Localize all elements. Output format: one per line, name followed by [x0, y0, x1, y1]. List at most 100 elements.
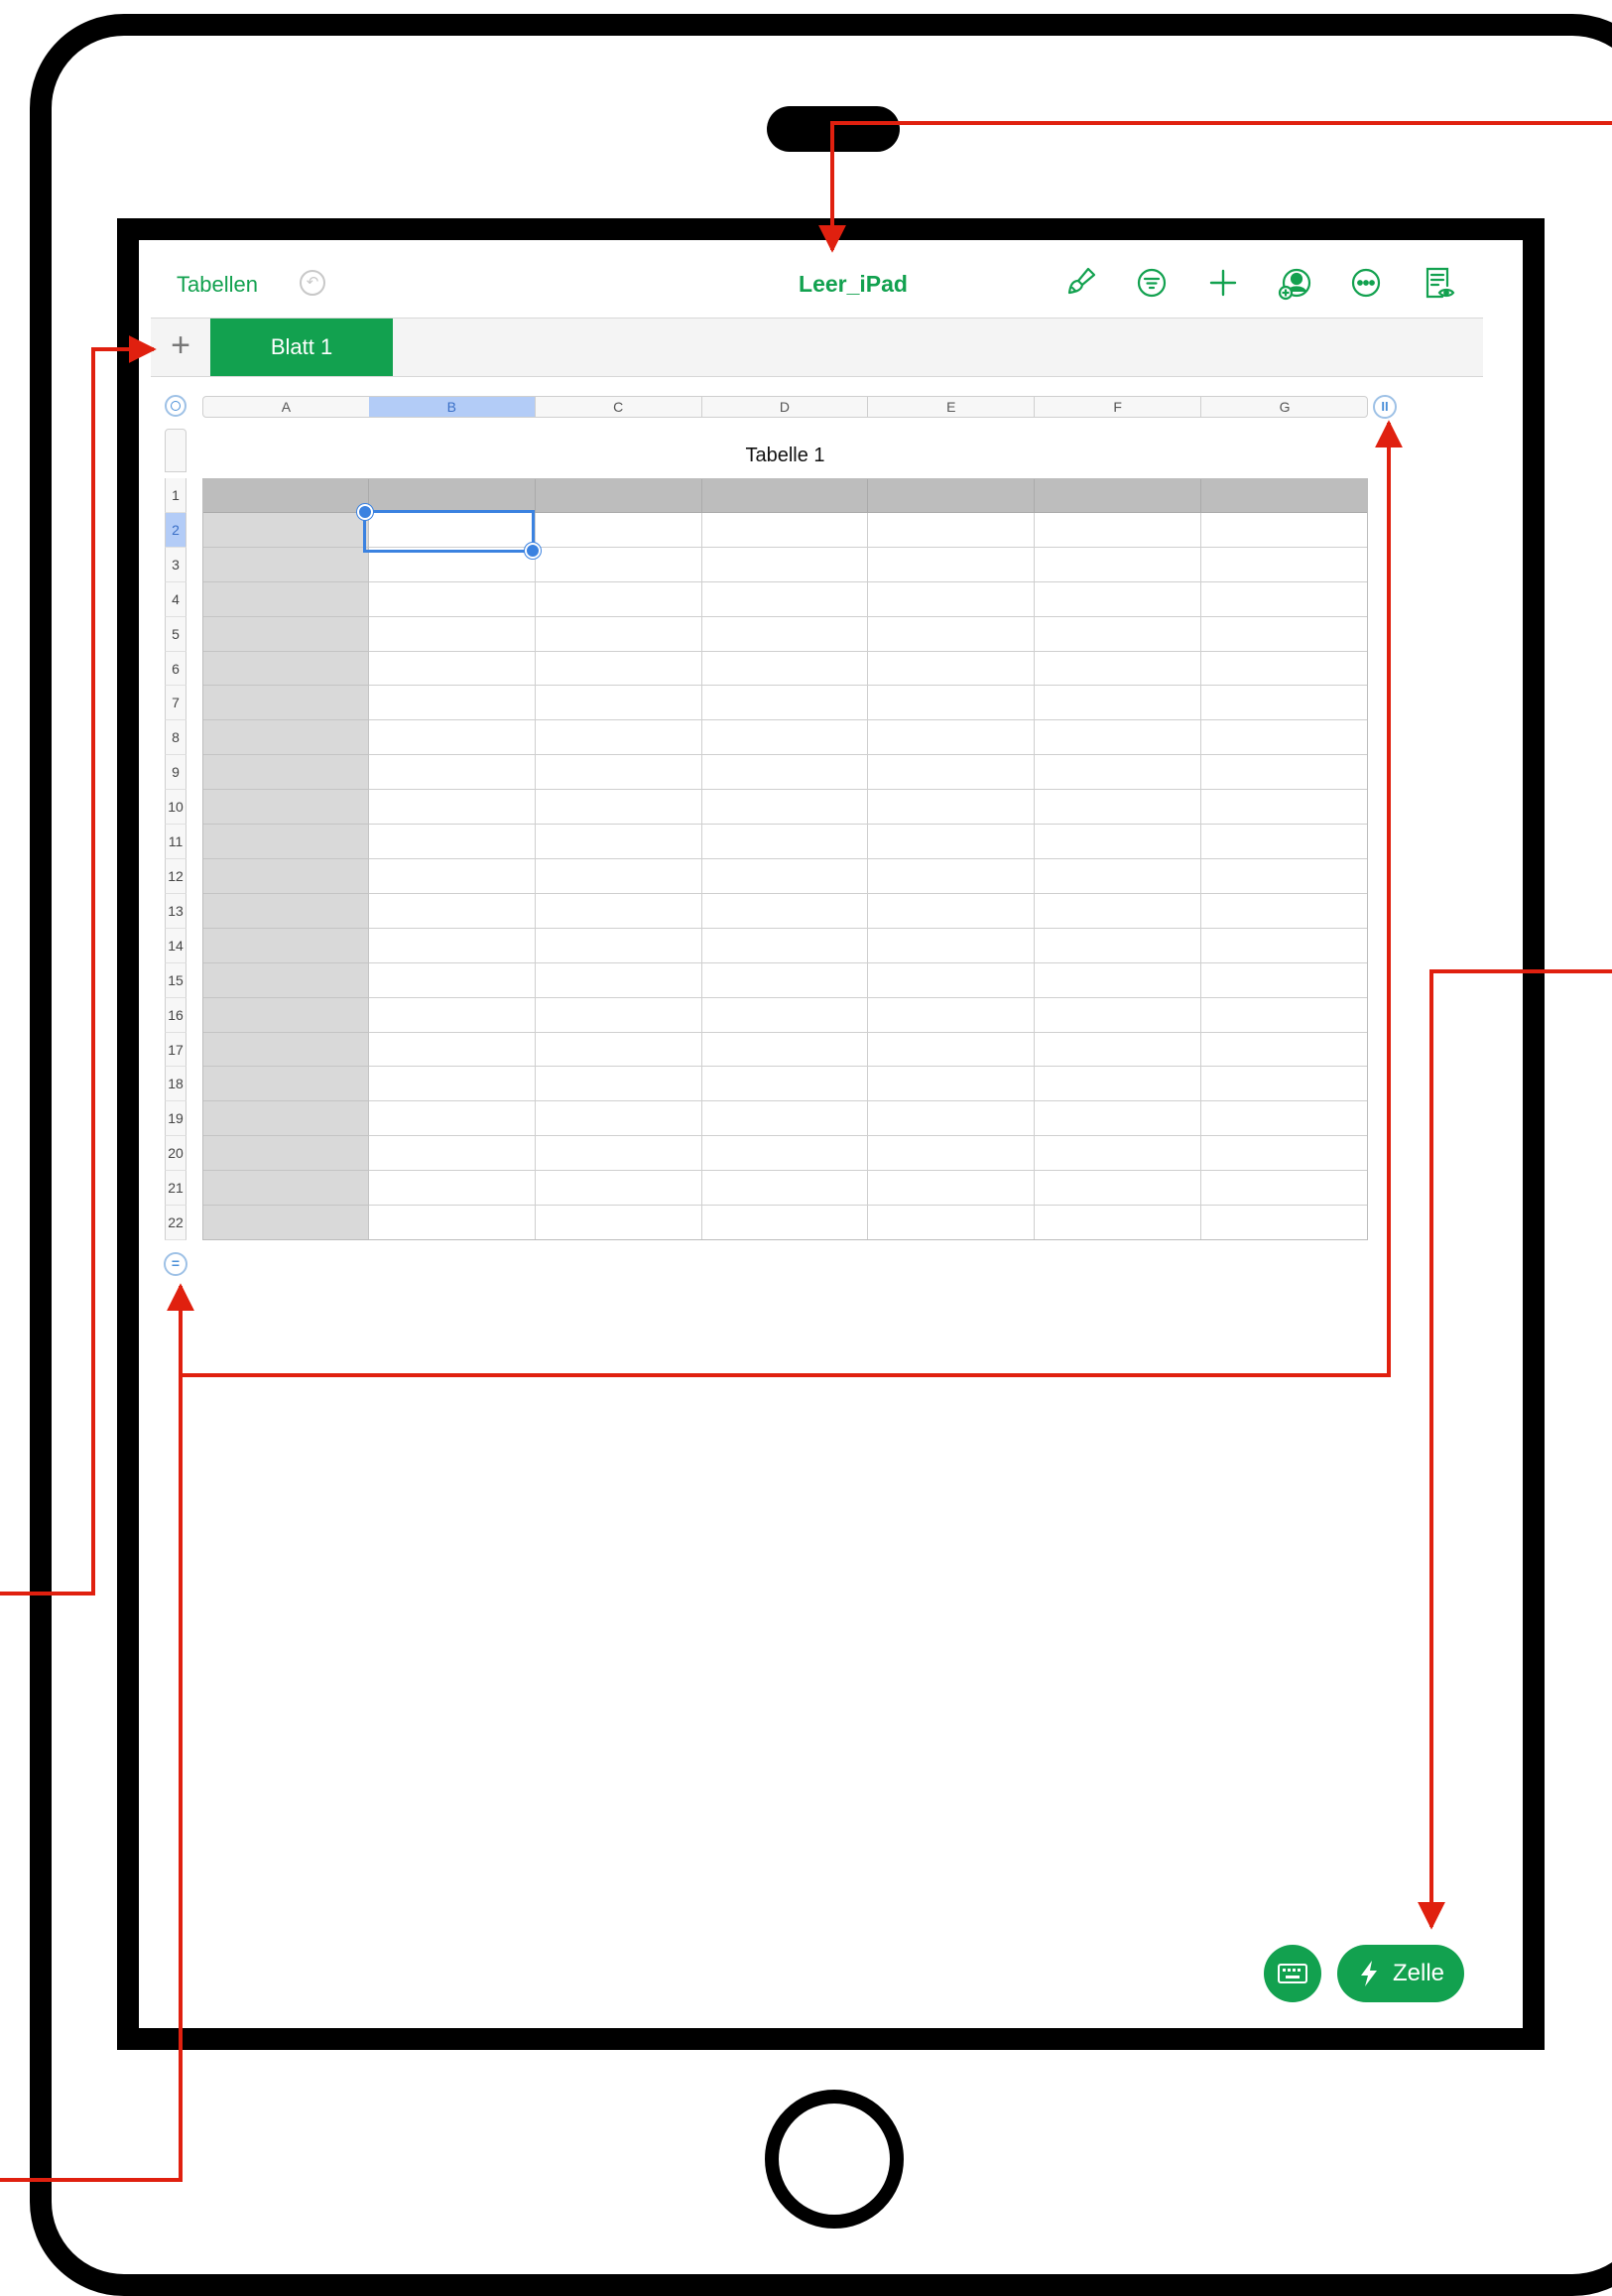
table-cell-g10[interactable]: [1201, 790, 1368, 826]
table-cell-d18[interactable]: [701, 1067, 869, 1102]
table-cell-c3[interactable]: [535, 547, 702, 582]
column-header-a[interactable]: A: [203, 397, 370, 417]
cell-actions-button[interactable]: Zelle: [1337, 1945, 1464, 2002]
row-header-22[interactable]: 22: [165, 1206, 186, 1240]
table-cell-f1[interactable]: [1035, 478, 1202, 513]
table-cell-d7[interactable]: [701, 686, 869, 721]
table-cell-d14[interactable]: [701, 928, 869, 963]
table-cell-e14[interactable]: [868, 928, 1036, 963]
table-cell-g5[interactable]: [1201, 616, 1368, 652]
table-cell-b9[interactable]: [368, 755, 536, 791]
table-cell-f22[interactable]: [1035, 1206, 1202, 1240]
table-cell-d8[interactable]: [701, 720, 869, 756]
table-cell-g2[interactable]: [1201, 512, 1368, 548]
selected-cell[interactable]: [357, 504, 541, 559]
table-cell-f20[interactable]: [1035, 1136, 1202, 1172]
row-header-19[interactable]: 19: [165, 1101, 186, 1137]
table-cell-b10[interactable]: [368, 790, 536, 826]
table-cell-b21[interactable]: [368, 1171, 536, 1207]
table-cell-g15[interactable]: [1201, 962, 1368, 998]
table-cell-d13[interactable]: [701, 893, 869, 929]
plus-icon[interactable]: [1204, 264, 1242, 302]
table-cell-e9[interactable]: [868, 755, 1036, 791]
table-cell-g21[interactable]: [1201, 1171, 1368, 1207]
table-cell-f21[interactable]: [1035, 1171, 1202, 1207]
table-cell-c19[interactable]: [535, 1101, 702, 1137]
table-cell-d17[interactable]: [701, 1032, 869, 1068]
filter-icon[interactable]: [1133, 264, 1171, 302]
table-cell-c17[interactable]: [535, 1032, 702, 1068]
table-cell-g16[interactable]: [1201, 997, 1368, 1033]
table-cell-e17[interactable]: [868, 1032, 1036, 1068]
table-cell-g13[interactable]: [1201, 893, 1368, 929]
table-cell-b6[interactable]: [368, 651, 536, 687]
row-header-8[interactable]: 8: [165, 720, 186, 756]
table-cell-b12[interactable]: [368, 859, 536, 894]
table-cell-a12[interactable]: [202, 859, 369, 894]
table-cell-e21[interactable]: [868, 1171, 1036, 1207]
table-cell-d21[interactable]: [701, 1171, 869, 1207]
table-cell-c13[interactable]: [535, 893, 702, 929]
table-cell-a14[interactable]: [202, 928, 369, 963]
row-header-15[interactable]: 15: [165, 962, 186, 998]
table-cell-e19[interactable]: [868, 1101, 1036, 1137]
table-cell-b20[interactable]: [368, 1136, 536, 1172]
table-cell-f2[interactable]: [1035, 512, 1202, 548]
collaborate-icon[interactable]: [1276, 264, 1313, 302]
table-cell-g12[interactable]: [1201, 859, 1368, 894]
table-cell-e10[interactable]: [868, 790, 1036, 826]
row-header-14[interactable]: 14: [165, 928, 186, 963]
row-header-5[interactable]: 5: [165, 616, 186, 652]
table-cell-c1[interactable]: [535, 478, 702, 513]
row-header-13[interactable]: 13: [165, 893, 186, 929]
table-title[interactable]: Tabelle 1: [202, 445, 1368, 467]
table-cell-f13[interactable]: [1035, 893, 1202, 929]
selection-handle-bottom-right[interactable]: [525, 543, 541, 559]
table-cell-d19[interactable]: [701, 1101, 869, 1137]
table-cell-e4[interactable]: [868, 581, 1036, 617]
table-cell-a17[interactable]: [202, 1032, 369, 1068]
table-cell-c14[interactable]: [535, 928, 702, 963]
table-cell-f14[interactable]: [1035, 928, 1202, 963]
row-header-7[interactable]: 7: [165, 686, 186, 721]
table-cell-b11[interactable]: [368, 825, 536, 859]
table-cell-g8[interactable]: [1201, 720, 1368, 756]
table-cell-c22[interactable]: [535, 1206, 702, 1240]
undo-icon[interactable]: ↶: [300, 270, 325, 296]
table-select-handle[interactable]: [165, 395, 186, 417]
table-cell-e16[interactable]: [868, 997, 1036, 1033]
row-header-1[interactable]: 1: [165, 478, 186, 513]
table-cell-a5[interactable]: [202, 616, 369, 652]
table-cell-a19[interactable]: [202, 1101, 369, 1137]
table-cell-d22[interactable]: [701, 1206, 869, 1240]
table-cell-e22[interactable]: [868, 1206, 1036, 1240]
table-cell-f16[interactable]: [1035, 997, 1202, 1033]
table-cell-f9[interactable]: [1035, 755, 1202, 791]
table-cell-a22[interactable]: [202, 1206, 369, 1240]
table-cell-c21[interactable]: [535, 1171, 702, 1207]
table-cell-e15[interactable]: [868, 962, 1036, 998]
table-cell-d16[interactable]: [701, 997, 869, 1033]
table-cell-e12[interactable]: [868, 859, 1036, 894]
more-icon[interactable]: [1347, 264, 1385, 302]
table-cell-c5[interactable]: [535, 616, 702, 652]
table-cell-a2[interactable]: [202, 512, 369, 548]
row-header-6[interactable]: 6: [165, 651, 186, 687]
table-cell-c10[interactable]: [535, 790, 702, 826]
table-cell-b14[interactable]: [368, 928, 536, 963]
table-cell-b15[interactable]: [368, 962, 536, 998]
row-header-18[interactable]: 18: [165, 1067, 186, 1102]
column-header-f[interactable]: F: [1035, 397, 1202, 417]
table-cell-g4[interactable]: [1201, 581, 1368, 617]
row-header-3[interactable]: 3: [165, 547, 186, 582]
column-header-c[interactable]: C: [536, 397, 702, 417]
table-cell-d20[interactable]: [701, 1136, 869, 1172]
sheet-tab-blatt-1[interactable]: Blatt 1: [210, 319, 393, 376]
column-header-e[interactable]: E: [868, 397, 1036, 417]
table-cell-f4[interactable]: [1035, 581, 1202, 617]
table-cell-g9[interactable]: [1201, 755, 1368, 791]
table-cell-d6[interactable]: [701, 651, 869, 687]
table-cell-f17[interactable]: [1035, 1032, 1202, 1068]
table-cell-g17[interactable]: [1201, 1032, 1368, 1068]
table-cell-d4[interactable]: [701, 581, 869, 617]
